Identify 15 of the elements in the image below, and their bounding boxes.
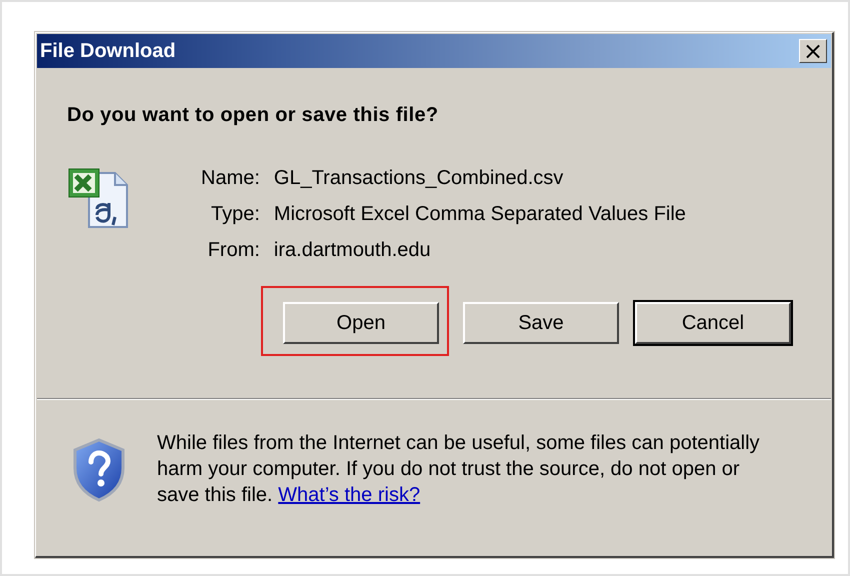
- dialog-button[interactable]: Open: [283, 302, 439, 344]
- field-label: Type:: [210, 203, 260, 226]
- field-value: GL_Transactions_Combined.csv: [274, 167, 564, 190]
- risk-link[interactable]: What’s the risk?: [278, 484, 420, 506]
- field-label: Name:: [201, 167, 260, 190]
- field-label: From:: [206, 239, 260, 262]
- shield-question-icon: [71, 438, 127, 502]
- field-value: ira.dartmouth.edu: [274, 239, 432, 262]
- dialog-button[interactable]: Save: [463, 302, 619, 344]
- warning-text: While files from the Internet can be useful, some files can potentially harm your computer. If you do not trust the source, do not open or save this file. What’s the risk?: [157, 431, 761, 508]
- question-text: Do you want to open or save this file?: [67, 104, 440, 127]
- window-title: File Download: [40, 40, 176, 62]
- field-value: Microsoft Excel Comma Separated Values File: [274, 203, 686, 226]
- close-button[interactable]: ×: [799, 39, 827, 63]
- dialog-button[interactable]: Cancel: [635, 302, 791, 344]
